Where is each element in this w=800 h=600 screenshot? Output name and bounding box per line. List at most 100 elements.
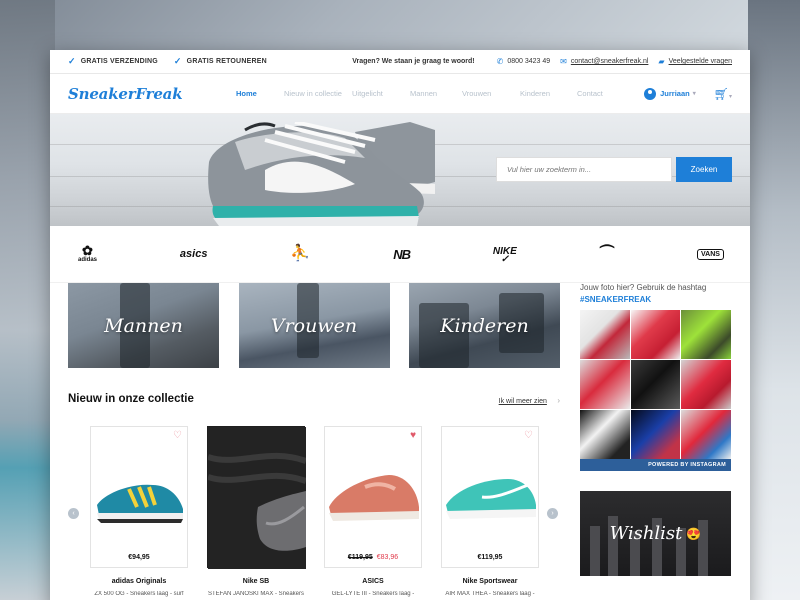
carousel-prev-button[interactable]: ‹ xyxy=(68,508,79,519)
nav-item-new[interactable]: Nieuw in collectie xyxy=(284,89,352,98)
chevron-right-icon: › xyxy=(557,396,560,405)
puma-cat-icon: ⏜ xyxy=(599,245,615,262)
usp-free-shipping-label: GRATIS VERZENDING xyxy=(80,58,158,65)
nav-item-featured[interactable]: Uitgelicht xyxy=(352,89,410,98)
cart-icon: 🛒︎ xyxy=(713,86,729,101)
contact-phone[interactable]: ✆ 0800 3423 49 xyxy=(497,57,551,66)
faq-link[interactable]: Veelgestelde vragen xyxy=(669,58,732,65)
swoosh-icon: ✓ xyxy=(500,253,510,265)
cart-button[interactable]: 🛒︎▾ xyxy=(714,87,732,101)
search-button[interactable]: Zoeken xyxy=(676,157,732,182)
adidas-logo-icon: ✿ xyxy=(82,243,93,258)
nav-item-men[interactable]: Mannen xyxy=(410,89,462,98)
brand-adidas-label: adidas xyxy=(78,257,98,263)
product-description: STEFAN JANOSKI MAX - Sneakers xyxy=(207,591,305,597)
brand-bar: ✿ adidas asics ⛹ NB NIKE ✓ ⏜ VANS xyxy=(50,226,750,283)
product-price: €119,95 xyxy=(477,554,503,561)
brand-asics[interactable]: asics xyxy=(180,248,208,260)
usp-free-returns: ✓ GRATIS RETOUNEREN xyxy=(174,56,267,67)
mail-icon: ✉ xyxy=(560,57,567,66)
logo[interactable]: SneakerFreak xyxy=(68,85,236,103)
search-bar: Zoeken xyxy=(496,157,732,182)
category-tiles: Mannen Vrouwen Kinderen xyxy=(68,283,560,368)
product-brand: adidas Originals xyxy=(111,578,167,585)
category-kids-label: Kinderen xyxy=(440,314,529,337)
instagram-title: Jouw foto hier? Gebruik de hashtag xyxy=(580,283,707,292)
chevron-down-icon: ▾ xyxy=(728,93,732,100)
chevron-right-icon: › xyxy=(551,510,554,517)
product-image xyxy=(446,479,536,519)
nav-item-kids[interactable]: Kinderen xyxy=(520,89,577,98)
user-icon xyxy=(644,87,657,100)
product-card[interactable]: ♡ €94,95 adidas Originals ZX 500 OG - Sn… xyxy=(90,426,188,597)
category-tile-kids[interactable]: Kinderen xyxy=(409,283,560,368)
brand-jordan[interactable]: ⛹ xyxy=(290,245,311,262)
product-image xyxy=(329,475,419,521)
product-old-price: €119,95 xyxy=(347,554,373,561)
contact-email[interactable]: ✉ contact@sneakerfreak.nl xyxy=(560,57,648,66)
heart-eyes-emoji-icon: 😍 xyxy=(686,526,702,541)
instagram-photo[interactable] xyxy=(681,410,731,459)
product-brand: ASICS xyxy=(362,578,384,585)
product-image-box: ♡ €94,95 xyxy=(90,426,188,568)
product-description: ZX 500 OG - Sneakers laag - surf xyxy=(94,591,184,597)
contact-question: Vragen? We staan je graag te woord! xyxy=(352,58,475,65)
chevron-down-icon: ▾ xyxy=(692,91,696,97)
instagram-photo[interactable] xyxy=(580,310,630,359)
nav-item-contact[interactable]: Contact xyxy=(577,89,621,98)
product-brand: Nike SB xyxy=(242,578,270,585)
instagram-photo[interactable] xyxy=(580,410,630,459)
category-tile-women[interactable]: Vrouwen xyxy=(238,283,390,368)
brand-nike[interactable]: NIKE ✓ xyxy=(493,246,517,265)
search-input[interactable] xyxy=(496,157,672,182)
check-icon: ✓ xyxy=(68,56,76,66)
instagram-photo[interactable] xyxy=(580,360,630,409)
wishlist-banner[interactable]: Wishlist 😍 xyxy=(580,491,731,576)
product-image-box: ♥ xyxy=(207,426,306,569)
instagram-hashtag[interactable]: #SNEAKERFREAK xyxy=(580,295,731,304)
contact-faq[interactable]: ▰ Veelgestelde vragen xyxy=(658,57,732,66)
product-price: €94,95 xyxy=(128,554,150,561)
brand-puma[interactable]: ⏜ xyxy=(599,245,615,262)
product-description: GEL-LYTE III - Sneakers laag - xyxy=(331,591,415,597)
product-description: AIR MAX THEA - Sneakers laag - xyxy=(445,591,535,597)
phone-number: 0800 3423 49 xyxy=(507,58,551,65)
usp-free-returns-label: GRATIS RETOUNEREN xyxy=(186,58,267,65)
see-more-link[interactable]: Ik wil meer zien xyxy=(499,398,547,405)
main-nav: SneakerFreak Home Nieuw in collectie Uit… xyxy=(50,74,750,114)
email-link[interactable]: contact@sneakerfreak.nl xyxy=(571,58,649,65)
instagram-photo[interactable] xyxy=(630,410,681,459)
product-card[interactable]: ♥ €119,95 €83,96 ASICS GEL-LYTE III - Sn… xyxy=(324,426,422,597)
nav-item-home[interactable]: Home xyxy=(236,89,284,98)
sidebar: Jouw foto hier? Gebruik de hashtag #SNEA… xyxy=(580,283,731,576)
instagram-photo[interactable] xyxy=(630,310,681,359)
category-tile-men[interactable]: Mannen xyxy=(68,283,219,368)
product-card[interactable]: ♥ Nike SB STEFAN JANOSKI MAX - Sneakers xyxy=(207,426,306,597)
carousel-next-button[interactable]: › xyxy=(547,508,558,519)
product-price: €119,95 €83,96 xyxy=(325,554,421,561)
hero-banner: Zoeken xyxy=(50,114,750,226)
section-title: Nieuw in onze collectie xyxy=(68,393,194,405)
brand-adidas[interactable]: ✿ adidas xyxy=(78,243,98,263)
category-women-label: Vrouwen xyxy=(270,314,358,337)
instagram-photo[interactable] xyxy=(681,310,731,359)
jumpman-icon: ⛹ xyxy=(290,245,311,262)
user-menu[interactable]: Jurriaan ▾ xyxy=(644,87,696,100)
instagram-grid xyxy=(580,310,731,459)
instagram-photo[interactable] xyxy=(630,360,681,409)
chat-icon: ▰ xyxy=(658,57,665,66)
brand-vans-label: VANS xyxy=(697,248,724,260)
sneaker-hero-image xyxy=(208,122,435,226)
product-image xyxy=(97,484,183,523)
new-balance-icon: NB xyxy=(393,246,411,262)
check-icon: ✓ xyxy=(173,56,182,66)
product-card[interactable]: ♡ €119,95 Nike Sportswear AIR MAX THEA -… xyxy=(441,426,539,597)
background-blur-right xyxy=(748,0,800,600)
topbar: ✓ GRATIS VERZENDING ✓ GRATIS RETOUNEREN … xyxy=(50,50,750,74)
instagram-photo[interactable] xyxy=(681,360,731,409)
brand-new-balance[interactable]: NB xyxy=(393,246,411,262)
nav-item-women[interactable]: Vrouwen xyxy=(462,89,520,98)
brand-asics-label: asics xyxy=(179,248,208,260)
main-content: Mannen Vrouwen Kinderen Nieuw in onze co… xyxy=(68,283,560,600)
brand-vans[interactable]: VANS xyxy=(697,248,724,260)
